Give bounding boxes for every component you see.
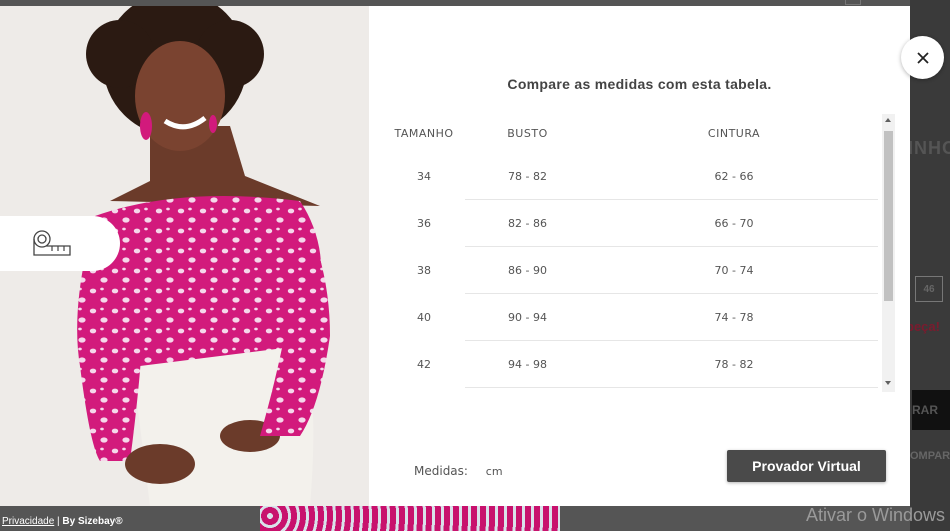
- cell-waist: 66 - 70: [590, 199, 878, 247]
- scrollbar-thumb[interactable]: [884, 131, 893, 301]
- privacy-link[interactable]: Privacidade: [2, 516, 54, 527]
- table-row: 42 94 - 98 78 - 82: [383, 340, 878, 388]
- units-value[interactable]: cm: [486, 465, 503, 478]
- virtual-fitting-button[interactable]: Provador Virtual: [727, 450, 886, 482]
- cell-size: 36: [417, 216, 431, 230]
- header-size: TAMANHO: [394, 127, 454, 140]
- scroll-up-icon[interactable]: [885, 118, 891, 122]
- cell-bust: 82 - 86: [465, 199, 590, 247]
- cell-size: 42: [417, 357, 431, 371]
- model-photo: [0, 6, 369, 506]
- sizebay-footer: Privacidade | By Sizebay®: [2, 516, 123, 527]
- header-waist: CINTURA: [707, 127, 761, 140]
- background-stock-warning: peça!: [906, 319, 940, 334]
- cell-bust: 94 - 98: [465, 340, 590, 388]
- background-product-thumbnail: [260, 506, 560, 531]
- table-scrollbar[interactable]: [882, 114, 895, 392]
- background-compare-link: OMPAR: [910, 450, 950, 462]
- background-bag-icon: [845, 0, 861, 5]
- units-label: Medidas:: [414, 464, 468, 478]
- background-size-option: 46: [915, 276, 943, 302]
- sizebay-credit: By Sizebay®: [62, 516, 123, 527]
- table-row: 34 78 - 82 62 - 66: [383, 153, 878, 200]
- size-table-header: TAMANHO BUSTO CINTURA: [383, 114, 878, 153]
- table-row: 36 82 - 86 66 - 70: [383, 199, 878, 247]
- size-chart-modal: Compare as medidas com esta tabela. TAMA…: [0, 6, 910, 506]
- measuring-tape-tab[interactable]: [0, 216, 120, 271]
- cell-size: 38: [417, 263, 431, 277]
- cell-size: 34: [417, 169, 431, 183]
- size-chart-panel: Compare as medidas com esta tabela. TAMA…: [369, 6, 910, 506]
- windows-activation-watermark: Ativar o Windows: [806, 505, 946, 525]
- close-button[interactable]: [901, 36, 944, 79]
- size-table: TAMANHO BUSTO CINTURA 34 78 - 82 62 - 66…: [383, 114, 878, 388]
- cell-waist: 74 - 78: [590, 293, 878, 341]
- background-buy-button: RAR: [912, 390, 950, 430]
- cell-bust: 78 - 82: [465, 153, 590, 200]
- table-row: 38 86 - 90 70 - 74: [383, 246, 878, 294]
- background-product-title: INHO: [908, 138, 950, 158]
- units-selector: Medidas: cm: [414, 464, 503, 478]
- size-chart-heading: Compare as medidas com esta tabela.: [507, 76, 772, 92]
- close-icon: [916, 51, 929, 64]
- table-row: 40 90 - 94 74 - 78: [383, 293, 878, 341]
- cell-waist: 70 - 74: [590, 246, 878, 294]
- cell-size: 40: [417, 310, 431, 324]
- scroll-down-icon[interactable]: [885, 381, 891, 385]
- cell-waist: 62 - 66: [590, 153, 878, 200]
- cell-bust: 86 - 90: [465, 246, 590, 294]
- size-table-container[interactable]: TAMANHO BUSTO CINTURA 34 78 - 82 62 - 66…: [383, 114, 896, 392]
- cell-waist: 78 - 82: [590, 340, 878, 388]
- header-bust: BUSTO: [507, 127, 548, 140]
- measuring-tape-icon: [33, 229, 71, 256]
- cell-bust: 90 - 94: [465, 293, 590, 341]
